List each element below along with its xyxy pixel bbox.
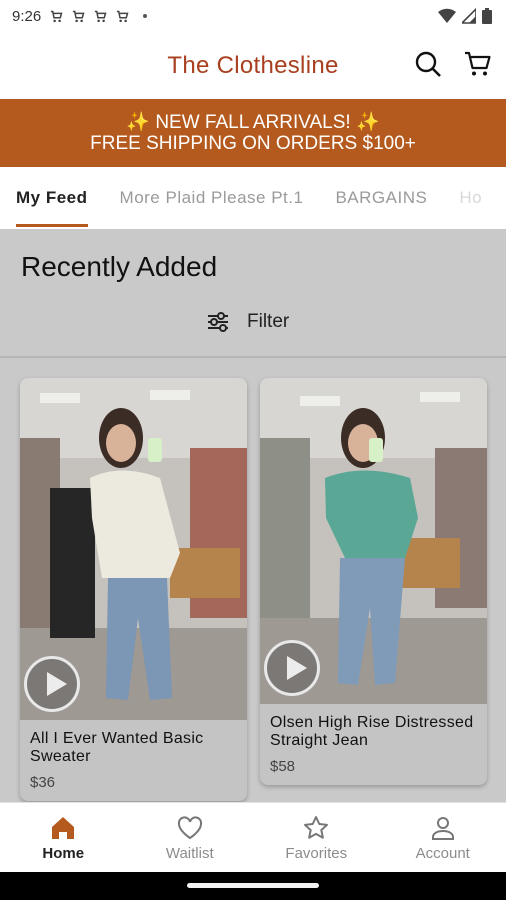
search-icon[interactable]: [414, 50, 442, 78]
tab-partial[interactable]: Ho: [459, 167, 482, 229]
signal-icon: [462, 8, 476, 24]
section-title: Recently Added: [21, 251, 218, 282]
nav-home[interactable]: Home: [0, 803, 127, 873]
nav-favorites-label: Favorites: [285, 845, 348, 862]
home-icon: [52, 817, 75, 839]
play-video-button[interactable]: [264, 640, 320, 696]
collection-tabs: My Feed More Plaid Please Pt.1 BARGAINS …: [0, 167, 506, 229]
product-photo[interactable]: [20, 378, 247, 720]
product-name: All I Ever Wanted Basic Sweater: [30, 730, 204, 765]
notification-dot: [143, 14, 148, 18]
person-icon: [431, 817, 454, 840]
tab-my-feed[interactable]: My Feed: [16, 167, 88, 229]
product-card[interactable]: Olsen High Rise Distressed Straight Jean…: [260, 378, 487, 785]
heart-icon: [177, 816, 202, 840]
system-navigation-bar: [0, 872, 506, 900]
app-title: The Clothesline: [167, 51, 339, 79]
product-price: $36: [30, 774, 56, 791]
cart-icon[interactable]: [464, 50, 492, 78]
nav-account[interactable]: Account: [380, 803, 506, 873]
promo-banner[interactable]: ✨ NEW FALL ARRIVALS! ✨ FREE SHIPPING ON …: [0, 99, 506, 167]
cart-icon: [117, 10, 129, 22]
nav-home-label: Home: [42, 845, 85, 862]
cart-icon: [73, 10, 85, 22]
play-video-button[interactable]: [24, 656, 80, 712]
nav-waitlist[interactable]: Waitlist: [127, 803, 254, 873]
system-status-icons: [438, 8, 492, 24]
wifi-icon: [438, 8, 456, 23]
filter-label: Filter: [247, 311, 290, 332]
sliders-icon: [208, 312, 228, 332]
app-bar: The Clothesline: [0, 32, 506, 99]
promo-line-2: FREE SHIPPING ON ORDERS $100+: [90, 133, 416, 154]
section-header: Recently Added Filter: [0, 229, 506, 357]
notification-icons: [49, 9, 148, 24]
product-photo[interactable]: [260, 378, 487, 704]
status-time: 9:26: [12, 7, 42, 25]
nav-account-label: Account: [415, 845, 470, 862]
product-grid: All I Ever Wanted Basic Sweater $36 Olse…: [0, 358, 506, 802]
cart-icon: [51, 10, 63, 22]
promo-line-1: ✨ NEW FALL ARRIVALS! ✨: [126, 112, 380, 133]
tab-more-plaid-please[interactable]: More Plaid Please Pt.1: [120, 167, 304, 229]
tab-bargains[interactable]: BARGAINS: [335, 167, 427, 229]
battery-icon: [482, 8, 492, 24]
nav-favorites[interactable]: Favorites: [253, 803, 380, 873]
star-icon: [304, 816, 329, 839]
home-gesture-handle[interactable]: [187, 883, 319, 888]
cart-icon: [95, 10, 107, 22]
product-card[interactable]: All I Ever Wanted Basic Sweater $36: [20, 378, 247, 801]
product-price: $58: [270, 758, 296, 775]
status-bar: 9:26: [0, 0, 506, 32]
bottom-navigation: Home Waitlist Favorites Account: [0, 802, 506, 873]
product-name: Olsen High Rise Distressed Straight Jean: [270, 714, 474, 749]
filter-button[interactable]: Filter: [205, 309, 289, 335]
nav-waitlist-label: Waitlist: [165, 845, 214, 862]
